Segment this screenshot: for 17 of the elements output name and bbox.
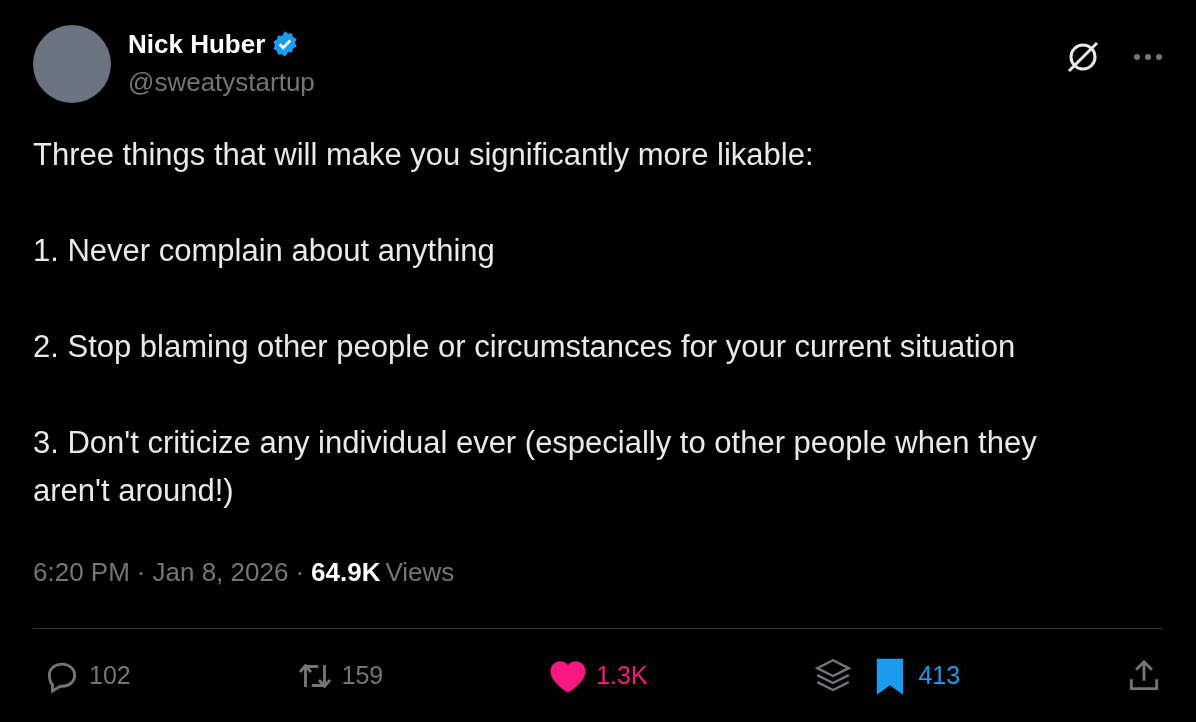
tweet-paragraph: Three things that will make you significantly more likable: [33,136,815,174]
view-count: 64.9K [311,556,381,589]
bookmark-button[interactable]: 413 [870,656,961,696]
tweet-paragraph: 1. Never complain about anything [33,232,496,270]
repost-button[interactable]: 159 [295,657,384,695]
views-label: Views [385,556,455,589]
reply-button[interactable]: 102 [43,657,131,695]
tweet-paragraph: 2. Stop blaming other people or circumstances for your current situation [33,328,1017,366]
like-button[interactable]: 1.3K [548,656,648,696]
author-name[interactable]: Nick Huber [128,24,266,64]
timestamp-date: Jan 8, 2026 [152,556,289,589]
timestamp[interactable]: 6:20 PM [33,553,130,592]
tweet-paragraph: 3. Don't criticize any individual ever (especially to other people when they aren't around!) [33,424,1038,510]
separator-dot: · [136,556,146,589]
author-handle[interactable]: @sweatystartup [128,63,315,102]
separator-dot: · [295,556,305,589]
more-icon[interactable] [1133,53,1163,61]
